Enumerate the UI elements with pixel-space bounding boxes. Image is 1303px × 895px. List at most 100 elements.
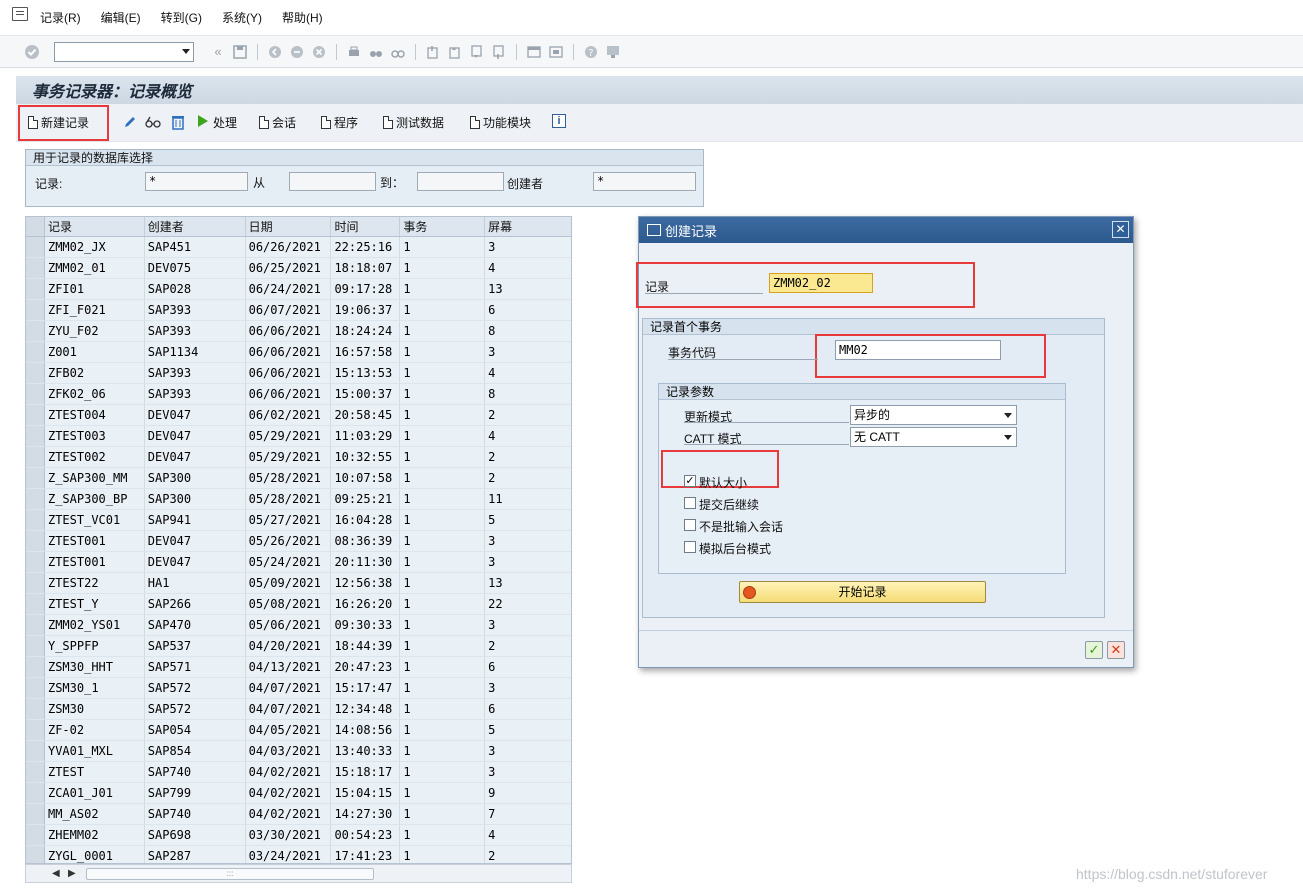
row-select-cell[interactable] [26,762,45,782]
table-row[interactable]: MM_AS02 SAP740 04/02/2021 14:27:30 1 7 [26,804,571,825]
chevron-down-icon[interactable] [1004,413,1012,418]
exit-icon[interactable] [289,44,305,60]
find-icon[interactable] [368,44,384,60]
scroll-right-icon[interactable]: ▶ [68,868,76,879]
info-button[interactable]: i [552,114,566,128]
menu-edit[interactable]: 编辑(E) [101,9,141,26]
close-icon[interactable]: ✕ [1112,221,1129,238]
start-recording-button[interactable]: 开始记录 [739,581,986,603]
row-select-cell[interactable] [26,237,45,257]
table-row[interactable]: ZFK02_06 SAP393 06/06/2021 15:00:37 1 8 [26,384,571,405]
column-header-creator[interactable]: 创建者 [145,217,246,236]
first-page-icon[interactable] [425,44,441,60]
table-row[interactable]: Z_SAP300_BP SAP300 05/28/2021 09:25:21 1 11 [26,489,571,510]
menu-system[interactable]: 系统(Y) [222,9,262,26]
change-button[interactable] [122,114,138,133]
test-data-button[interactable]: 测试数据 [383,114,444,131]
row-select-cell[interactable] [26,825,45,845]
last-page-icon[interactable] [491,44,507,60]
enter-icon[interactable] [24,44,40,60]
row-select-cell[interactable] [26,279,45,299]
display-button[interactable] [144,114,162,133]
table-row[interactable]: ZFB02 SAP393 06/06/2021 15:13:53 1 4 [26,363,571,384]
menu-help[interactable]: 帮助(H) [282,9,323,26]
program-button[interactable]: 程序 [321,114,358,131]
previous-page-icon[interactable] [447,44,463,60]
table-row[interactable]: ZYGL_0001 SAP287 03/24/2021 17:41:23 1 2 [26,846,571,863]
row-select-cell[interactable] [26,384,45,404]
tcode-input[interactable]: MM02 [835,340,1001,360]
column-header-transactions[interactable]: 事务 [400,217,486,236]
chevron-down-icon[interactable] [182,48,190,54]
row-select-cell[interactable] [26,657,45,677]
table-row[interactable]: ZCA01_J01 SAP799 04/02/2021 15:04:15 1 9 [26,783,571,804]
row-select-cell[interactable] [26,720,45,740]
row-select-cell[interactable] [26,405,45,425]
table-row[interactable]: Y_SPPFP SAP537 04/20/2021 18:44:39 1 2 [26,636,571,657]
delete-button[interactable] [170,114,186,133]
table-row[interactable]: ZTEST001 DEV047 05/24/2021 20:11:30 1 3 [26,552,571,573]
row-select-cell[interactable] [26,636,45,656]
confirm-button[interactable]: ✓ [1085,641,1103,659]
table-row[interactable]: ZSM30 SAP572 04/07/2021 12:34:48 1 6 [26,699,571,720]
find-next-icon[interactable] [390,44,406,60]
transaction-icon[interactable] [12,6,28,21]
table-row[interactable]: ZMM02_01 DEV075 06/25/2021 18:18:07 1 4 [26,258,571,279]
row-select-cell[interactable] [26,510,45,530]
new-record-button[interactable]: 新建记录 [28,114,89,131]
table-row[interactable]: ZYU_F02 SAP393 06/06/2021 18:24:24 1 8 [26,321,571,342]
table-row[interactable]: Z_SAP300_MM SAP300 05/28/2021 10:07:58 1 2 [26,468,571,489]
row-select-cell[interactable] [26,783,45,803]
table-row[interactable]: ZTEST_Y SAP266 05/08/2021 16:26:20 1 22 [26,594,571,615]
update-mode-select[interactable]: 异步的 [850,405,1017,425]
to-field[interactable] [417,172,504,191]
table-row[interactable]: YVA01_MXL SAP854 04/03/2021 13:40:33 1 3 [26,741,571,762]
row-select-cell[interactable] [26,573,45,593]
select-all-cell[interactable] [26,217,45,236]
new-session-icon[interactable] [526,44,542,60]
row-select-cell[interactable] [26,552,45,572]
help-icon[interactable]: ? [583,44,599,60]
table-row[interactable]: ZTEST004 DEV047 06/02/2021 20:58:45 1 2 [26,405,571,426]
back-icon[interactable]: « [210,44,226,60]
not-batch-input-checkbox[interactable] [684,519,696,531]
continue-after-commit-checkbox[interactable] [684,497,696,509]
table-row[interactable]: ZFI01 SAP028 06/24/2021 09:17:28 1 13 [26,279,571,300]
function-module-button[interactable]: 功能模块 [470,114,531,131]
row-select-cell[interactable] [26,531,45,551]
row-select-cell[interactable] [26,489,45,509]
next-page-icon[interactable] [469,44,485,60]
column-header-screens[interactable]: 屏幕 [485,217,571,236]
row-select-cell[interactable] [26,300,45,320]
save-icon[interactable] [232,44,248,60]
command-field[interactable] [54,41,194,62]
row-select-cell[interactable] [26,741,45,761]
row-select-cell[interactable] [26,468,45,488]
row-select-cell[interactable] [26,342,45,362]
cancel-button[interactable]: ✕ [1107,641,1125,659]
cancel-icon[interactable] [311,44,327,60]
row-select-cell[interactable] [26,699,45,719]
row-select-cell[interactable] [26,426,45,446]
shortcut-icon[interactable] [548,44,564,60]
table-row[interactable]: ZSM30_HHT SAP571 04/13/2021 20:47:23 1 6 [26,657,571,678]
horizontal-scrollbar[interactable]: ◀ ▶ ::: [25,864,572,883]
table-row[interactable]: ZTEST003 DEV047 05/29/2021 11:03:29 1 4 [26,426,571,447]
column-header-time[interactable]: 时间 [331,217,401,236]
scrollbar-thumb[interactable]: ::: [86,868,374,880]
creator-filter-field[interactable]: * [593,172,696,191]
row-select-cell[interactable] [26,594,45,614]
catt-mode-select[interactable]: 无 CATT [850,427,1017,447]
row-select-cell[interactable] [26,804,45,824]
table-row[interactable]: ZFI_F021 SAP393 06/07/2021 19:06:37 1 6 [26,300,571,321]
row-select-cell[interactable] [26,678,45,698]
table-row[interactable]: ZMM02_YS01 SAP470 05/06/2021 09:30:33 1 3 [26,615,571,636]
back-nav-icon[interactable] [267,44,283,60]
column-header-record[interactable]: 记录 [45,217,145,236]
row-select-cell[interactable] [26,846,45,863]
record-name-input[interactable]: ZMM02_02 [769,273,873,293]
scroll-left-icon[interactable]: ◀ [52,868,60,879]
table-row[interactable]: ZTEST SAP740 04/02/2021 15:18:17 1 3 [26,762,571,783]
layout-icon[interactable] [605,44,621,60]
table-row[interactable]: ZTEST001 DEV047 05/26/2021 08:36:39 1 3 [26,531,571,552]
